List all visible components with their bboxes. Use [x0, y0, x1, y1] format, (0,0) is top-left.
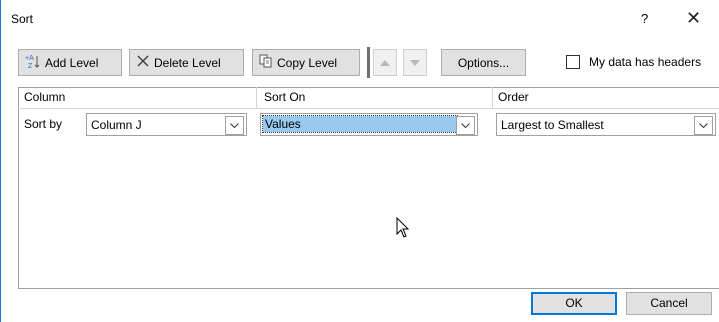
sort-on-header: Sort On [264, 90, 306, 104]
order-select[interactable]: Largest to Smallest [496, 113, 716, 136]
chevron-down-icon[interactable] [694, 116, 713, 135]
chevron-down-icon[interactable] [456, 116, 475, 135]
headers-checkbox[interactable] [566, 55, 580, 69]
headers-checkbox-label[interactable]: My data has headers [589, 55, 701, 69]
sort-by-label: Sort by [24, 117, 63, 131]
add-level-label: Add Level [45, 55, 99, 70]
mouse-pointer-icon [396, 216, 410, 242]
svg-text:+A: +A [25, 55, 34, 62]
copy-level-label: Copy Level [277, 55, 338, 70]
add-level-button[interactable]: +A Z Add Level [18, 49, 122, 76]
options-label: Options... [457, 55, 510, 70]
close-button[interactable]: ✕ [686, 8, 701, 29]
delete-x-icon [136, 54, 150, 71]
options-button[interactable]: Options... [441, 49, 526, 76]
order-header: Order [498, 90, 529, 104]
move-down-icon [410, 59, 420, 66]
copy-level-button[interactable]: Copy Level [252, 49, 360, 76]
sort-on-select-value: Values [262, 115, 458, 133]
column-divider [256, 87, 257, 108]
help-button[interactable]: ? [641, 11, 648, 26]
chevron-down-icon[interactable] [225, 116, 244, 135]
order-select-value: Largest to Smallest [501, 118, 604, 132]
move-up-button[interactable] [373, 49, 397, 76]
move-up-icon [380, 59, 390, 66]
column-select[interactable]: Column J [86, 113, 247, 136]
delete-level-label: Delete Level [154, 55, 221, 70]
column-select-value: Column J [91, 118, 142, 132]
delete-level-button[interactable]: Delete Level [129, 49, 244, 76]
svg-text:Z: Z [28, 63, 33, 69]
dialog-title: Sort [11, 12, 34, 26]
toolbar-separator [367, 47, 370, 78]
window-edge [0, 0, 1, 322]
header-divider [18, 108, 719, 109]
sort-on-select[interactable]: Values [260, 113, 478, 136]
column-divider [492, 87, 493, 108]
add-level-icon: +A Z [25, 53, 41, 72]
move-down-button[interactable] [403, 49, 427, 76]
copy-icon [259, 54, 273, 71]
ok-button[interactable]: OK [531, 292, 617, 315]
column-header: Column [24, 90, 66, 104]
cancel-button[interactable]: Cancel [626, 292, 712, 315]
